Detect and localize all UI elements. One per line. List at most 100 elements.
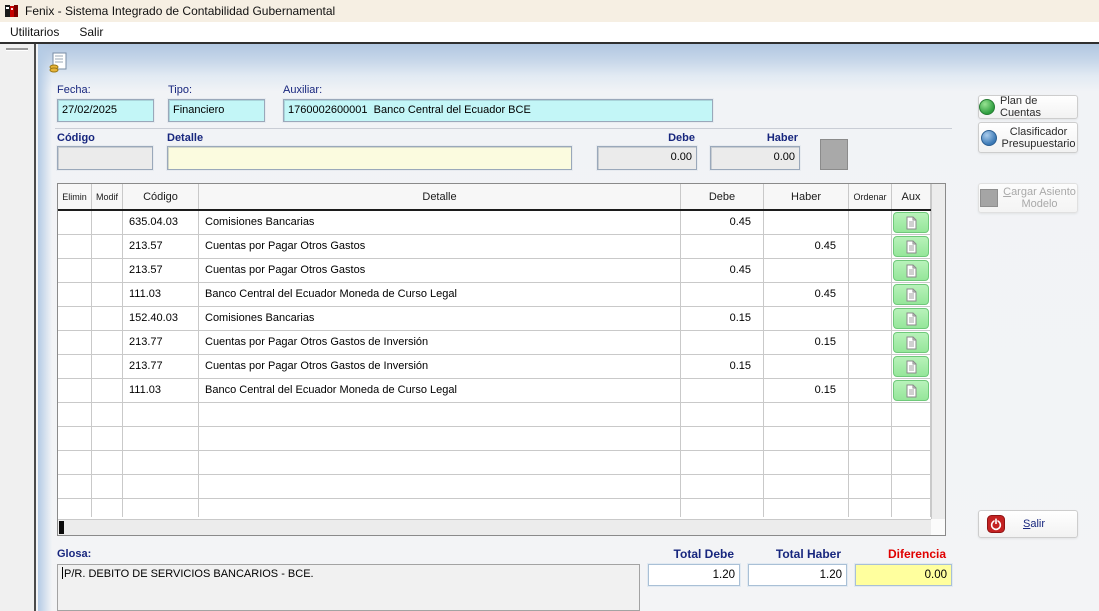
document-icon [905,360,917,374]
section-divider [55,128,952,129]
detalle-cell: Comisiones Bancarias [199,211,681,234]
elimin-cell[interactable] [58,427,92,450]
menu-utilitarios[interactable]: Utilitarios [0,23,69,41]
cargar-asiento-modelo-button[interactable]: Cargar Asiento Modelo [978,183,1078,213]
aux-button[interactable] [893,260,929,281]
left-dock-panel [0,44,36,611]
document-icon [905,288,917,302]
clasificador-label: Clasificador Presupuestario [1002,126,1076,150]
modif-cell[interactable] [92,355,123,378]
table-row[interactable]: 213.57 Cuentas por Pagar Otros Gastos 0.… [58,259,945,283]
elimin-cell[interactable] [58,475,92,498]
table-row[interactable]: 152.40.03 Comisiones Bancarias 0.15 [58,307,945,331]
elimin-cell[interactable] [58,379,92,402]
codigo-cell [123,451,199,474]
modif-cell[interactable] [92,379,123,402]
document-icon [905,384,917,398]
table-row[interactable] [58,475,945,499]
glosa-text: P/R. DEBITO DE SERVICIOS BANCARIOS - BCE… [64,568,314,580]
debe-cell [681,403,764,426]
table-row[interactable]: 635.04.03 Comisiones Bancarias 0.45 [58,211,945,235]
modif-cell[interactable] [92,331,123,354]
elimin-cell[interactable] [58,307,92,330]
aux-button[interactable] [893,284,929,305]
codigo-entry-input[interactable] [57,146,153,170]
diferencia-field: 0.00 [855,564,952,586]
table-row[interactable]: 111.03 Banco Central del Ecuador Moneda … [58,283,945,307]
plan-de-cuentas-label: Plan de Cuentas [1000,95,1077,119]
modif-cell[interactable] [92,475,123,498]
grid-horizontal-scrollbar[interactable] [58,519,931,535]
fecha-field[interactable]: 27/02/2025 [57,99,154,122]
document-icon [905,264,917,278]
elimin-cell[interactable] [58,355,92,378]
elimin-cell[interactable] [58,403,92,426]
aux-button[interactable] [893,308,929,329]
table-row[interactable] [58,403,945,427]
plan-de-cuentas-button[interactable]: Plan de Cuentas [978,95,1078,119]
aux-button[interactable] [893,332,929,353]
modif-cell[interactable] [92,283,123,306]
power-icon [987,515,1005,533]
codigo-cell: 213.57 [123,259,199,282]
modif-cell[interactable] [92,451,123,474]
elimin-cell[interactable] [58,259,92,282]
elimin-cell[interactable] [58,331,92,354]
detalle-entry-input[interactable] [167,146,572,170]
modif-cell[interactable] [92,259,123,282]
col-codigo: Código [123,184,199,209]
col-elimin: Elimin [58,184,92,209]
elimin-cell[interactable] [58,283,92,306]
debe-cell [681,451,764,474]
salir-label: Salir [1023,518,1045,530]
haber-cell [764,403,849,426]
elimin-cell[interactable] [58,451,92,474]
modif-cell[interactable] [92,427,123,450]
auxiliar-field[interactable]: 1760002600001 Banco Central del Ecuador … [283,99,713,122]
aux-cell [892,403,931,426]
window-title: Fenix - Sistema Integrado de Contabilida… [25,4,335,18]
ordenar-cell [849,475,892,498]
aux-button[interactable] [893,356,929,377]
codigo-cell: 213.57 [123,235,199,258]
modif-cell[interactable] [92,307,123,330]
salir-button[interactable]: Salir [978,510,1078,538]
glosa-textarea[interactable]: P/R. DEBITO DE SERVICIOS BANCARIOS - BCE… [57,564,640,611]
table-row[interactable]: 111.03 Banco Central del Ecuador Moneda … [58,379,945,403]
new-entry-icon[interactable] [48,52,70,74]
clasificador-presupuestario-button[interactable]: Clasificador Presupuestario [978,122,1078,153]
fecha-label: Fecha: [57,84,91,96]
elimin-cell[interactable] [58,211,92,234]
modif-cell[interactable] [92,403,123,426]
table-row[interactable]: 213.57 Cuentas por Pagar Otros Gastos 0.… [58,235,945,259]
aux-button[interactable] [893,380,929,401]
blue-sphere-icon [981,130,997,146]
detalle-cell [199,475,681,498]
aux-cell [892,355,931,378]
modif-cell[interactable] [92,499,123,517]
aux-button[interactable] [893,212,929,233]
scrollbar-thumb[interactable] [59,521,64,534]
modif-cell[interactable] [92,211,123,234]
modif-cell[interactable] [92,235,123,258]
aux-button[interactable] [893,236,929,257]
table-row[interactable]: 213.77 Cuentas por Pagar Otros Gastos de… [58,355,945,379]
ordenar-cell [849,259,892,282]
table-row[interactable] [58,451,945,475]
debe-cell: 0.15 [681,355,764,378]
haber-entry-input[interactable]: 0.00 [710,146,800,170]
elimin-cell[interactable] [58,499,92,517]
aux-cell [892,259,931,282]
add-entry-button[interactable] [820,139,848,170]
aux-cell [892,283,931,306]
tipo-field[interactable]: Financiero [168,99,265,122]
menu-salir[interactable]: Salir [69,23,113,41]
table-row[interactable] [58,499,945,517]
table-row[interactable] [58,427,945,451]
dock-grip[interactable] [6,48,28,50]
table-row[interactable]: 213.77 Cuentas por Pagar Otros Gastos de… [58,331,945,355]
elimin-cell[interactable] [58,235,92,258]
ordenar-cell [849,283,892,306]
grid-vertical-scrollbar[interactable] [931,184,945,519]
debe-entry-input[interactable]: 0.00 [597,146,697,170]
